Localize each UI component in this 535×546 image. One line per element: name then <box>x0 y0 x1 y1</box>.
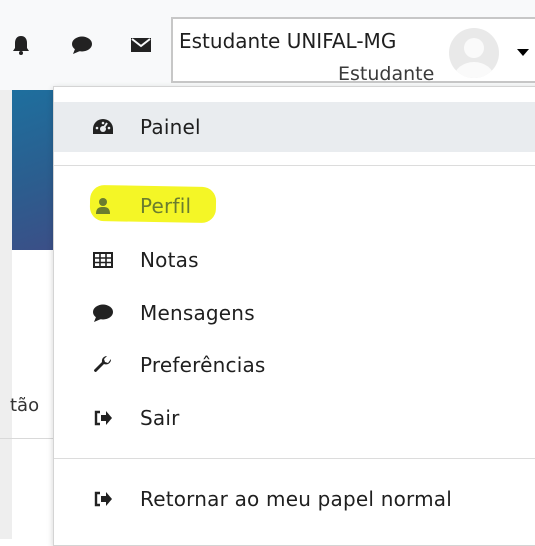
user-role: Estudante <box>338 64 435 82</box>
menu-item-mensagens[interactable]: Mensagens <box>54 288 535 338</box>
dashboard-icon <box>92 116 114 138</box>
chevron-down-icon[interactable] <box>517 49 529 56</box>
user-dropdown-menu: Painel Perfil Notas Mensagens Preferênci… <box>53 86 535 546</box>
user-icon <box>92 195 114 217</box>
top-navbar: Estudante UNIFAL-MG Estudante <box>0 0 535 90</box>
menu-item-label: Retornar ao meu papel normal <box>140 487 452 511</box>
menu-item-perfil[interactable]: Perfil <box>54 181 535 231</box>
page-background <box>0 90 12 539</box>
wrench-icon <box>92 354 114 376</box>
user-name: Estudante UNIFAL-MG <box>179 29 397 53</box>
menu-item-label: Perfil <box>140 194 192 218</box>
chat-bubble-icon <box>92 302 114 324</box>
user-menu-toggle[interactable]: Estudante UNIFAL-MG Estudante <box>171 17 535 83</box>
menu-item-label: Sair <box>140 406 180 430</box>
sign-out-icon <box>92 488 114 510</box>
menu-item-sair[interactable]: Sair <box>54 393 535 443</box>
table-icon <box>92 249 114 271</box>
menu-item-label: Notas <box>140 248 199 272</box>
menu-item-label: Preferências <box>140 353 266 377</box>
avatar <box>449 28 499 78</box>
menu-divider <box>54 458 535 459</box>
menu-item-preferencias[interactable]: Preferências <box>54 340 535 390</box>
menu-item-label: Mensagens <box>140 301 255 325</box>
page-banner <box>12 90 54 250</box>
divider <box>0 438 54 439</box>
background-text: tão <box>10 395 40 416</box>
bell-icon[interactable] <box>10 34 32 56</box>
envelope-icon[interactable] <box>130 34 152 56</box>
menu-item-painel[interactable]: Painel <box>54 102 535 152</box>
chat-bubble-icon[interactable] <box>71 34 93 56</box>
sign-out-icon <box>92 407 114 429</box>
menu-divider <box>54 165 535 166</box>
menu-item-label: Painel <box>140 115 201 139</box>
menu-item-retornar-papel[interactable]: Retornar ao meu papel normal <box>54 474 535 524</box>
menu-item-notas[interactable]: Notas <box>54 235 535 285</box>
